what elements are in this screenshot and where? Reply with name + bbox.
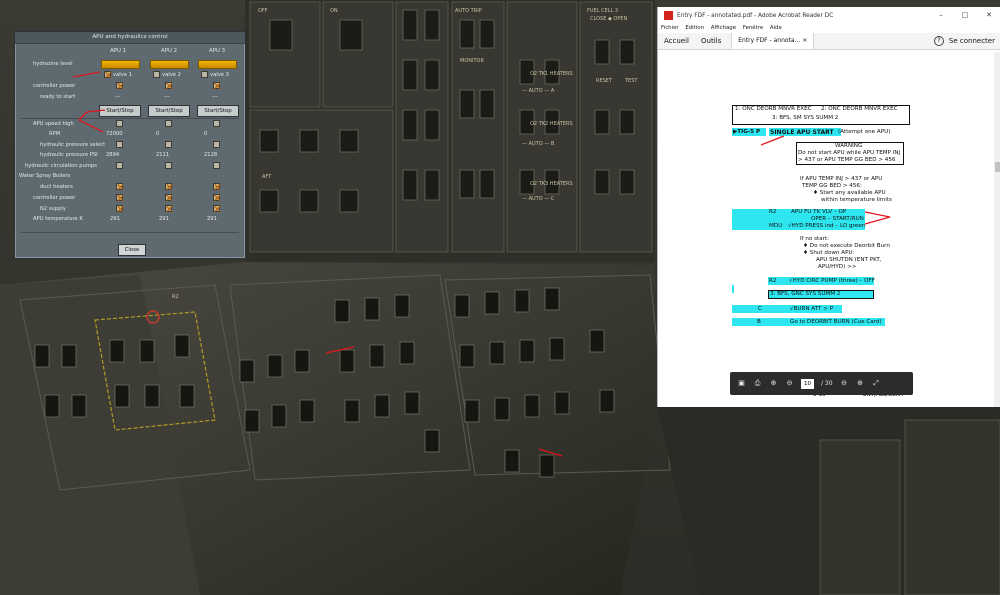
minimize-icon[interactable]: – [929, 7, 953, 24]
pdf-page: 1: ONC DEORB MNVR EXEC 2: ONC DEORB MNVR… [658, 52, 994, 407]
svg-text:MONITOR: MONITOR [460, 58, 484, 64]
signin-link[interactable]: Se connecter [949, 37, 995, 45]
svg-text:AUTO TRIP: AUTO TRIP [455, 8, 482, 14]
document-tab-label: Entry FDF - annota... [738, 37, 801, 44]
close-icon[interactable]: ✕ [977, 7, 1000, 24]
zoom-out-icon[interactable]: ⊖ [840, 379, 849, 388]
page-up-icon[interactable]: ⊕ [769, 379, 778, 388]
tab-outils[interactable]: Outils [695, 37, 727, 45]
fit-page-icon[interactable]: ⤢ [872, 379, 881, 388]
tab-bar: Accueil Outils Entry FDF - annota... × ?… [658, 33, 1000, 50]
svg-text:— AUTO — B: — AUTO — B [522, 141, 555, 147]
tab-document[interactable]: Entry FDF - annota... × [731, 33, 815, 49]
svg-text:ON: ON [330, 8, 338, 14]
window-controls: – □ ✕ [929, 7, 1000, 24]
menu-bar: Fichier Edition Affichage Fenêtre Aide [658, 24, 1000, 33]
acrobat-app-icon [664, 11, 673, 20]
menu-edition[interactable]: Edition [685, 25, 704, 31]
svg-text:O2 TK2 HEATERS: O2 TK2 HEATERS [530, 121, 573, 127]
help-icon[interactable]: ? [933, 36, 944, 46]
print-icon[interactable]: ⎙ [753, 379, 762, 388]
svg-text:TEST: TEST [624, 78, 638, 84]
page-down-icon[interactable]: ⊖ [785, 379, 794, 388]
tab-accueil[interactable]: Accueil [658, 37, 695, 45]
dialog-annotations [72, 71, 106, 133]
menu-aide[interactable]: Aide [770, 25, 782, 31]
window-title: Entry FDF - annotated.pdf - Adobe Acroba… [677, 12, 834, 19]
save-icon[interactable]: ▣ [737, 379, 746, 388]
svg-text:O2 TK3 HEATERS: O2 TK3 HEATERS [530, 181, 573, 187]
menu-fichier[interactable]: Fichier [661, 25, 679, 31]
svg-text:— AUTO — A: — AUTO — A [522, 88, 555, 94]
svg-text:CLOSE ◆ OPEN: CLOSE ◆ OPEN [590, 16, 628, 22]
svg-text:R2: R2 [172, 294, 179, 300]
pdf-annotations [760, 135, 891, 225]
page-number-input[interactable]: 10 [801, 378, 814, 389]
svg-text:FUEL CELL 3: FUEL CELL 3 [587, 8, 618, 14]
zoom-in-icon[interactable]: ⊕ [856, 379, 865, 388]
menu-affichage[interactable]: Affichage [711, 25, 736, 31]
floating-page-toolbar: ▣ ⎙ ⊕ ⊖ 10 / 30 ⊖ ⊕ ⤢ [730, 372, 913, 395]
page-total: / 30 [821, 380, 833, 387]
tab-close-icon[interactable]: × [802, 37, 807, 44]
acrobat-window: Entry FDF - annotated.pdf - Adobe Acroba… [657, 7, 1000, 407]
svg-text:AFT: AFT [262, 174, 272, 180]
svg-text:— AUTO — C: — AUTO — C [522, 196, 555, 202]
maximize-icon[interactable]: □ [953, 7, 977, 24]
svg-text:O2 TK1 HEATERS: O2 TK1 HEATERS [530, 71, 573, 77]
scrollbar-thumb[interactable] [995, 162, 1000, 172]
vertical-scrollbar[interactable] [994, 52, 1000, 407]
apu-hydraulics-dialog: APU and hydraulics control APU 1 APU 2 A… [14, 31, 246, 259]
menu-fenetre[interactable]: Fenêtre [743, 25, 763, 31]
svg-text:OFF: OFF [258, 8, 268, 14]
svg-text:RESET: RESET [596, 78, 613, 84]
